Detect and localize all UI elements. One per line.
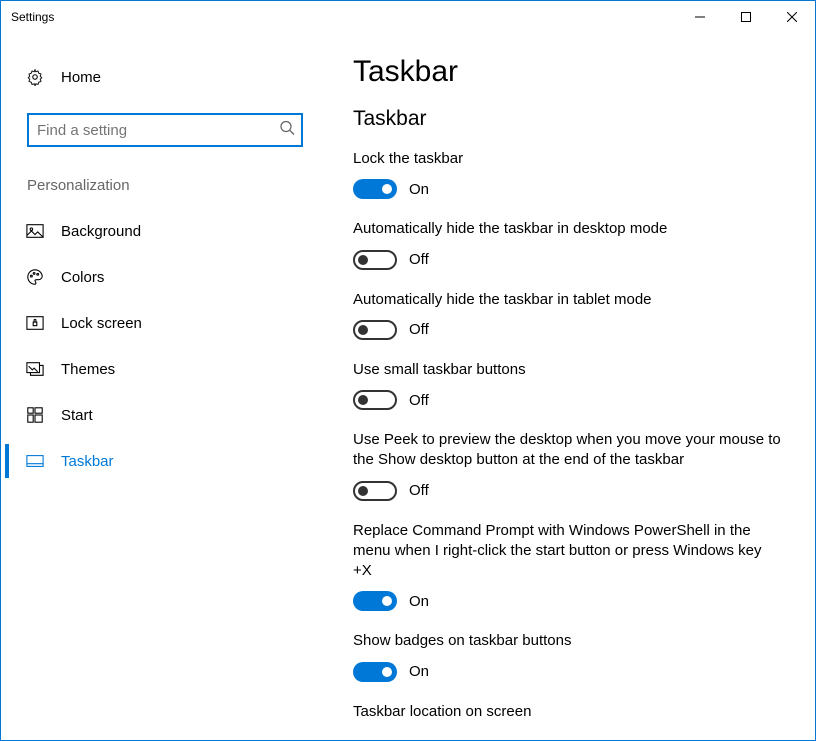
sidebar-section-title: Personalization xyxy=(5,169,321,204)
nav-list: Background Colors xyxy=(5,208,321,484)
toggle-state: On xyxy=(409,663,429,680)
setting-label: Show badges on taskbar buttons xyxy=(353,631,783,651)
settings-window: Settings Home xyxy=(0,0,816,741)
sidebar-item-taskbar[interactable]: Taskbar xyxy=(5,438,321,484)
toggle-state: On xyxy=(409,593,429,610)
home-label: Home xyxy=(61,69,101,86)
setting-label: Use Peek to preview the desktop when you… xyxy=(353,430,783,471)
page-title: Taskbar xyxy=(353,55,783,89)
gear-icon xyxy=(25,67,45,87)
sidebar-item-label: Lock screen xyxy=(61,315,142,332)
toggle-badges[interactable] xyxy=(353,662,397,682)
toggle-lock-taskbar[interactable] xyxy=(353,179,397,199)
setting-peek: Use Peek to preview the desktop when you… xyxy=(353,430,783,501)
setting-badges: Show badges on taskbar buttons On xyxy=(353,631,783,681)
setting-label: Replace Command Prompt with Windows Powe… xyxy=(353,521,783,582)
taskbar-icon xyxy=(25,451,45,471)
setting-small-buttons: Use small taskbar buttons Off xyxy=(353,360,783,410)
sidebar-item-label: Taskbar xyxy=(61,453,114,470)
lockscreen-icon xyxy=(25,313,45,333)
toggle-auto-hide-desktop[interactable] xyxy=(353,250,397,270)
toggle-state: On xyxy=(409,181,429,198)
window-controls xyxy=(677,1,815,32)
sidebar-item-label: Start xyxy=(61,407,93,424)
setting-label: Use small taskbar buttons xyxy=(353,360,783,380)
themes-icon xyxy=(25,359,45,379)
sidebar-item-start[interactable]: Start xyxy=(5,392,321,438)
setting-taskbar-location: Taskbar location on screen xyxy=(353,702,783,722)
maximize-button[interactable] xyxy=(723,1,769,32)
minimize-button[interactable] xyxy=(677,1,723,32)
close-button[interactable] xyxy=(769,1,815,32)
toggle-small-buttons[interactable] xyxy=(353,390,397,410)
home-button[interactable]: Home xyxy=(5,55,321,99)
toggle-state: Off xyxy=(409,251,429,268)
window-title: Settings xyxy=(11,10,54,24)
sidebar-item-label: Themes xyxy=(61,361,115,378)
setting-label: Automatically hide the taskbar in deskto… xyxy=(353,219,783,239)
setting-label: Lock the taskbar xyxy=(353,149,783,169)
sidebar-item-colors[interactable]: Colors xyxy=(5,254,321,300)
toggle-state: Off xyxy=(409,482,429,499)
sidebar-item-lockscreen[interactable]: Lock screen xyxy=(5,300,321,346)
section-heading: Taskbar xyxy=(353,107,783,131)
start-icon xyxy=(25,405,45,425)
sidebar-item-label: Background xyxy=(61,223,141,240)
picture-icon xyxy=(25,221,45,241)
toggle-powershell[interactable] xyxy=(353,591,397,611)
setting-lock-taskbar: Lock the taskbar On xyxy=(353,149,783,199)
sidebar-item-background[interactable]: Background xyxy=(5,208,321,254)
toggle-peek[interactable] xyxy=(353,481,397,501)
setting-label: Automatically hide the taskbar in tablet… xyxy=(353,290,783,310)
palette-icon xyxy=(25,267,45,287)
titlebar[interactable]: Settings xyxy=(1,1,815,33)
content-area: Taskbar Taskbar Lock the taskbar On Auto… xyxy=(321,33,815,740)
sidebar: Home Personalization xyxy=(1,33,321,740)
sidebar-item-label: Colors xyxy=(61,269,104,286)
toggle-state: Off xyxy=(409,392,429,409)
search-input[interactable] xyxy=(27,113,303,147)
setting-label: Taskbar location on screen xyxy=(353,702,783,722)
setting-auto-hide-desktop: Automatically hide the taskbar in deskto… xyxy=(353,219,783,269)
toggle-state: Off xyxy=(409,321,429,338)
setting-auto-hide-tablet: Automatically hide the taskbar in tablet… xyxy=(353,290,783,340)
sidebar-item-themes[interactable]: Themes xyxy=(5,346,321,392)
toggle-auto-hide-tablet[interactable] xyxy=(353,320,397,340)
setting-powershell: Replace Command Prompt with Windows Powe… xyxy=(353,521,783,612)
